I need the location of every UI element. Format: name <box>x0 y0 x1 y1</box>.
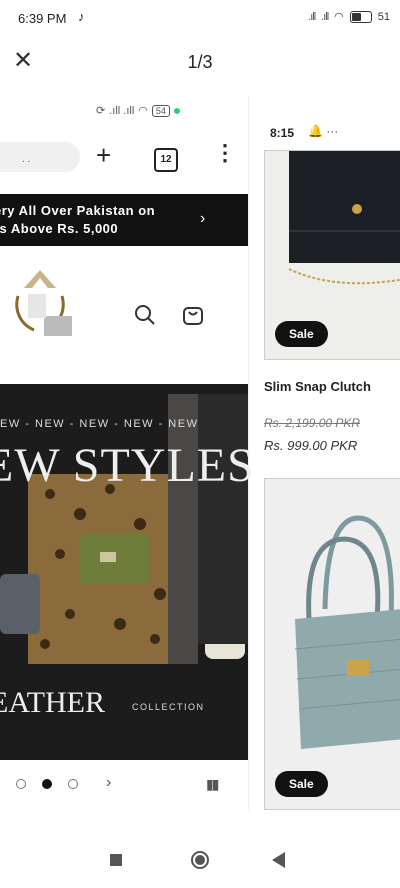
wifi-icon: ◠ <box>138 105 148 117</box>
back-button[interactable] <box>272 852 285 868</box>
hero-title: EW STYLES <box>0 439 255 492</box>
signal-icon: .ıll <box>308 10 316 23</box>
tabs-button[interactable]: 12 <box>154 148 178 172</box>
signal-icon-2: .ıll <box>321 10 329 23</box>
product-name[interactable]: Slim Snap Clutch <box>264 379 371 394</box>
battery-icon: 54 <box>151 104 170 117</box>
chevron-right-icon[interactable]: › <box>106 774 111 792</box>
menu-icon[interactable]: ⋮ <box>214 142 236 164</box>
hero-footer-subtitle: COLLECTION <box>132 702 205 712</box>
product-old-price: Rs. 2,199.00 PKR <box>264 416 361 430</box>
search-icon[interactable] <box>134 304 156 326</box>
promo-text-1: ery All Over Pakistan on <box>0 203 156 218</box>
cart-icon[interactable] <box>182 304 204 326</box>
sale-badge: Sale <box>275 321 328 347</box>
battery-percent: 51 <box>377 10 390 23</box>
product-card[interactable]: Sale <box>264 150 400 360</box>
promo-banner[interactable] <box>0 194 248 246</box>
sale-badge: Sale <box>275 771 328 797</box>
chevron-right-icon[interactable]: › <box>200 210 205 228</box>
url-text: . . <box>22 154 31 165</box>
site-logo[interactable] <box>4 266 76 346</box>
carousel-dot-2-active[interactable] <box>42 779 52 789</box>
sync-icon: ⟳ <box>96 105 106 117</box>
battery-icon <box>349 10 372 23</box>
status-time: 6:39 PM <box>18 11 67 26</box>
product-new-price: Rs. 999.00 PKR <box>264 438 358 453</box>
page-indicator: 1/3 <box>187 52 213 72</box>
status-dot <box>173 107 180 114</box>
carousel-dot-3[interactable] <box>68 779 78 789</box>
tiktok-icon: ♪ <box>78 9 85 24</box>
promo-text-2: rs Above Rs. 5,000 <box>0 221 119 236</box>
carousel-dot-1[interactable] <box>16 779 26 789</box>
product-image <box>265 479 400 809</box>
right-status-time: 8:15 <box>270 126 295 140</box>
right-status-icons: 🔔 ··· <box>308 124 339 138</box>
status-icons: .ıll .ıll ◠ 51 <box>308 10 390 23</box>
recents-button[interactable] <box>110 854 122 866</box>
wifi-icon: ◠ <box>334 11 344 23</box>
new-tab-button[interactable]: + <box>96 140 111 171</box>
pause-icon[interactable]: ▮▮ <box>206 776 219 793</box>
home-button[interactable] <box>190 850 210 870</box>
signal-icon: .ıll .ıll <box>109 104 135 117</box>
hero-tag: EW - NEW - NEW - NEW - NEW <box>0 418 199 430</box>
url-bar[interactable] <box>0 142 80 172</box>
hero-footer-title: EATHER <box>0 686 105 719</box>
product-card[interactable]: Sale <box>264 478 400 810</box>
